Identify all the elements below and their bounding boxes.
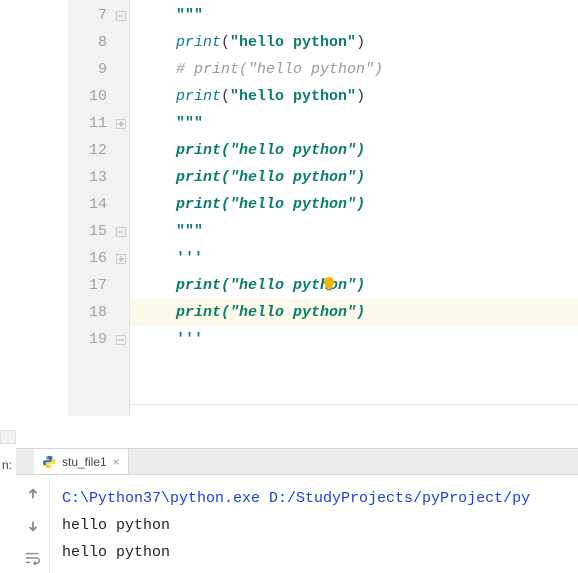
line-number[interactable]: 17 (68, 272, 129, 299)
editor-left-margin (0, 0, 68, 416)
fold-close-icon[interactable] (115, 226, 127, 238)
code-line[interactable]: ''' (130, 326, 578, 353)
output-line: hello python (62, 512, 566, 539)
line-number[interactable] (68, 353, 129, 380)
fold-close-icon[interactable] (115, 10, 127, 22)
run-tab-stu-file1[interactable]: stu_file1 × (34, 449, 129, 474)
code-line[interactable]: ''' (130, 245, 578, 272)
close-icon[interactable]: × (113, 455, 120, 469)
intention-bulb-icon[interactable] (322, 276, 336, 297)
output-line: hello python (62, 539, 566, 566)
console-output[interactable]: C:\Python37\python.exe D:/StudyProjects/… (50, 475, 578, 573)
line-number[interactable]: 8 (68, 29, 129, 56)
code-line[interactable]: print("hello python") (130, 191, 578, 218)
scroll-up-button[interactable] (22, 483, 44, 505)
run-tab-label: stu_file1 (62, 455, 107, 469)
code-line[interactable]: print("hello python") (130, 83, 578, 110)
python-file-icon (42, 455, 56, 469)
code-line[interactable]: """ (130, 2, 578, 29)
scroll-down-button[interactable] (22, 515, 44, 537)
run-toolbar (16, 475, 50, 573)
line-number[interactable] (68, 380, 129, 407)
line-number[interactable]: 18 (68, 299, 129, 326)
run-tool-window: stu_file1 × C:\Python37\python.exe D:/St… (16, 448, 578, 573)
code-line[interactable]: print("hello python") (130, 137, 578, 164)
code-editor[interactable]: 78910111213141516171819 """print("hello … (0, 0, 578, 416)
code-line[interactable]: """ (130, 218, 578, 245)
code-line[interactable]: # print("hello python") (130, 56, 578, 83)
code-line[interactable]: """ (130, 110, 578, 137)
line-number[interactable]: 10 (68, 83, 129, 110)
code-content[interactable]: """print("hello python")# print("hello p… (130, 0, 578, 416)
fold-close-icon[interactable] (115, 334, 127, 346)
line-number[interactable]: 12 (68, 137, 129, 164)
code-line[interactable]: print("hello python") (130, 29, 578, 56)
line-number[interactable]: 15 (68, 218, 129, 245)
code-line[interactable]: print("hello python") (130, 272, 578, 299)
code-line[interactable]: print("hello python") (130, 164, 578, 191)
code-line[interactable]: print("hello python") (130, 299, 578, 326)
command-line: C:\Python37\python.exe D:/StudyProjects/… (62, 485, 566, 512)
line-number[interactable]: 19 (68, 326, 129, 353)
run-label: n: (2, 458, 12, 472)
line-number-gutter[interactable]: 78910111213141516171819 (68, 0, 130, 416)
line-number[interactable]: 13 (68, 164, 129, 191)
fold-open-icon[interactable] (115, 118, 127, 130)
fold-open-icon[interactable] (115, 253, 127, 265)
line-number[interactable]: 14 (68, 191, 129, 218)
code-line[interactable] (130, 380, 578, 407)
line-number[interactable]: 16 (68, 245, 129, 272)
soft-wrap-button[interactable] (22, 547, 44, 569)
scroll-thumb[interactable] (0, 430, 16, 444)
run-body: C:\Python37\python.exe D:/StudyProjects/… (16, 475, 578, 573)
code-line[interactable] (130, 353, 578, 380)
line-number[interactable]: 9 (68, 56, 129, 83)
line-number[interactable]: 7 (68, 2, 129, 29)
line-number[interactable]: 11 (68, 110, 129, 137)
run-tabs: stu_file1 × (16, 449, 578, 475)
horizontal-scrollbar[interactable] (130, 404, 578, 416)
